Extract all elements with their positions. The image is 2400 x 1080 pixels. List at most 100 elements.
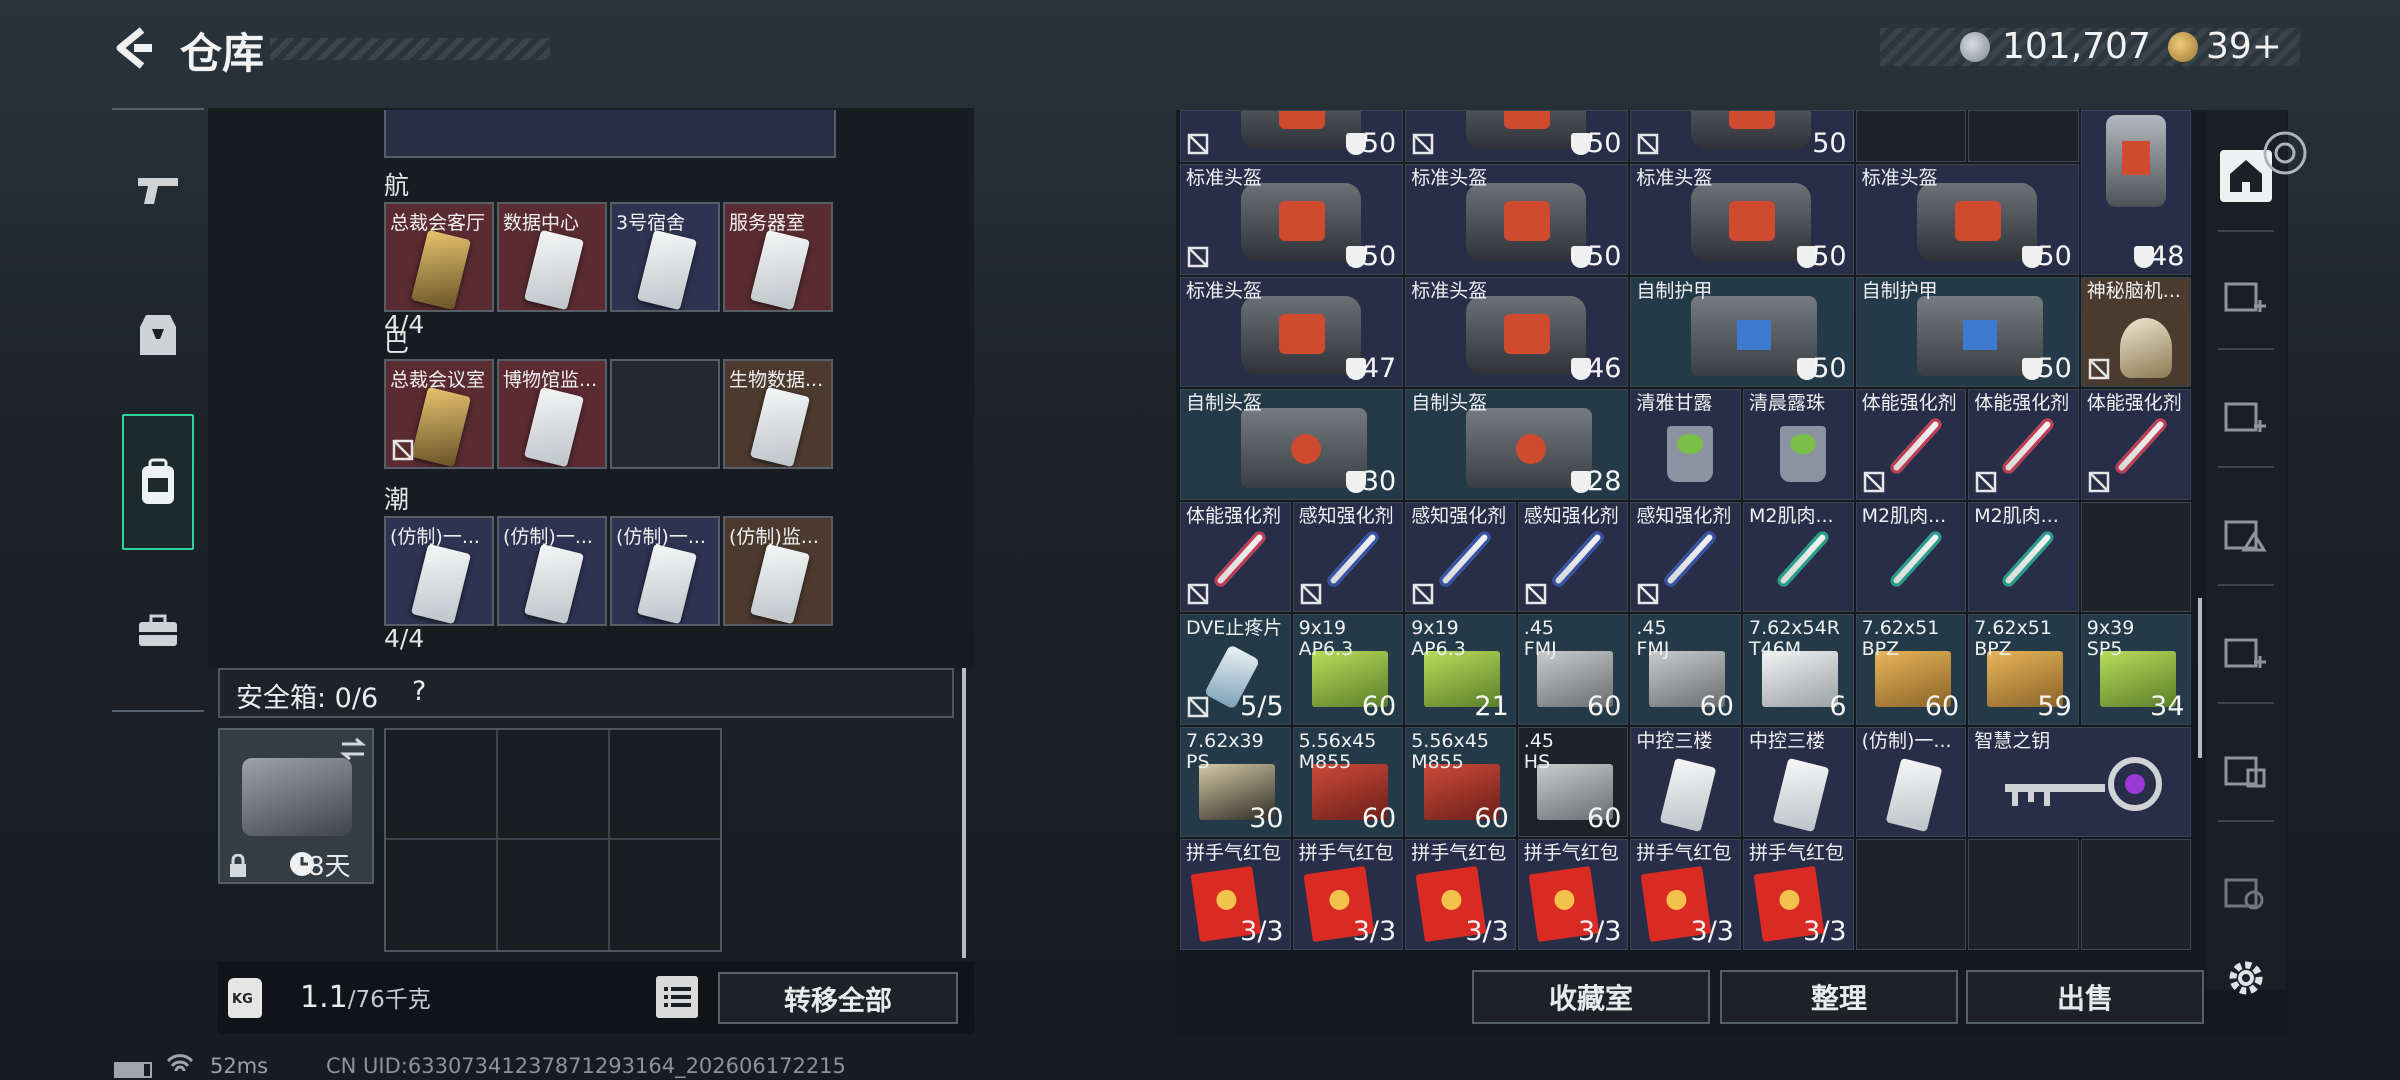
stash-item[interactable]: 体能强化剂 (1180, 501, 1291, 612)
stash-item[interactable]: 自制头盔 30 (1180, 389, 1404, 500)
stash-item[interactable]: 中控三楼 (1630, 726, 1741, 837)
stash-item[interactable]: 7.62x54R T46M 6 (1743, 614, 1854, 725)
stash-item[interactable]: 拼手气红包 3/3 (1292, 839, 1404, 950)
stash-page-3[interactable] (2220, 508, 2272, 560)
stash-item[interactable]: 标准头盔 50 (1180, 164, 1404, 275)
stash-page-5[interactable] (2220, 744, 2272, 796)
keycard-image (523, 543, 585, 624)
stash-item[interactable]: 感知强化剂 (1405, 501, 1516, 612)
empty-stash-slot[interactable] (1855, 839, 1967, 950)
stash-item[interactable]: 标准头盔 50 (1405, 164, 1629, 275)
stash-item[interactable]: (仿制)一... (1855, 726, 1967, 837)
empty-key-slot[interactable] (610, 359, 720, 469)
empty-stash-slot[interactable] (1968, 110, 2079, 162)
list-view-button[interactable] (656, 976, 698, 1018)
stash-item[interactable]: 50 (1180, 110, 1404, 162)
stash-item[interactable]: DVE止疼片 5/5 (1180, 614, 1291, 725)
keycard-slot[interactable]: (仿制)监... (723, 516, 833, 626)
gold-currency-amount[interactable]: 39+ (2206, 26, 2282, 67)
item-count: 60 (1587, 690, 1622, 722)
stash-item[interactable]: 拼手气红包 3/3 (1180, 839, 1291, 950)
stash-item[interactable]: 拼手气红包 3/3 (1630, 839, 1741, 950)
keycard-slot[interactable]: 3号宿舍 (610, 202, 720, 312)
settings-button[interactable] (2220, 952, 2272, 1004)
item-count: 50 (1812, 353, 1847, 384)
keycard-slot[interactable]: (仿制)一... (610, 516, 720, 626)
nav-weapons[interactable] (122, 146, 194, 232)
stash-item[interactable]: 拼手气红包 3/3 (1517, 839, 1629, 950)
stash-item[interactable]: 标准头盔 50 (1630, 164, 1854, 275)
stash-item[interactable]: 体能强化剂 (2080, 389, 2192, 500)
safebox-help-button[interactable]: ? (412, 676, 426, 707)
stash-item[interactable]: 自制护甲 50 (1855, 276, 2079, 387)
stash-item[interactable]: 9x19 AP6.3 21 (1405, 614, 1516, 725)
collection-room-button[interactable]: 收藏室 (1472, 970, 1710, 1024)
keycard-slot[interactable]: 数据中心 (497, 202, 607, 312)
stash-item[interactable]: 50 (1630, 110, 1854, 162)
nav-backpack[interactable] (122, 414, 194, 550)
left-scrollbar[interactable] (962, 668, 966, 958)
keycard-slot[interactable]: 总裁会议室 (384, 359, 494, 469)
stash-item[interactable]: M2肌肉... (1968, 501, 2079, 612)
item-name: 中控三楼 (1636, 729, 1713, 752)
stash-item[interactable]: 感知强化剂 (1292, 501, 1404, 612)
stash-item[interactable]: M2肌肉... (1855, 501, 1967, 612)
keycard-image (749, 386, 811, 467)
sell-button[interactable]: 出售 (1966, 970, 2204, 1024)
stash-item[interactable]: 清雅甘露 (1630, 389, 1741, 500)
nav-armor[interactable] (122, 292, 194, 378)
stash-item[interactable]: .45 HS 60 (1517, 726, 1629, 837)
keycard-slot[interactable]: (仿制)一... (497, 516, 607, 626)
keycard-slot[interactable]: 服务器室 (723, 202, 833, 312)
stash-item[interactable]: 智慧之钥 (1968, 726, 2192, 837)
keycard-slot[interactable]: (仿制)一... (384, 516, 494, 626)
item-image (1995, 748, 2175, 818)
stash-item[interactable]: 自制头盔 28 (1405, 389, 1629, 500)
stash-item[interactable]: 5.56x45 M855 60 (1405, 726, 1516, 837)
stash-item[interactable]: M2肌肉... (1743, 501, 1854, 612)
stash-item[interactable]: 拼手气红包 3/3 (1743, 839, 1854, 950)
stash-item[interactable]: .45 FMJ 60 (1630, 614, 1741, 725)
empty-stash-slot[interactable] (2080, 501, 2192, 612)
back-button[interactable] (112, 26, 156, 70)
stash-item[interactable]: 标准头盔 47 (1180, 276, 1404, 387)
empty-stash-slot[interactable] (1968, 839, 2079, 950)
stash-item[interactable]: 体能强化剂 (1968, 389, 2079, 500)
stash-item[interactable]: 标准头盔 50 (1855, 164, 2079, 275)
stash-item[interactable]: 7.62x51 BPZ 60 (1855, 614, 1967, 725)
add-stash-page-4[interactable] (2220, 626, 2272, 678)
add-stash-page-1[interactable] (2220, 270, 2272, 322)
stash-item[interactable]: 9x39 SP5 34 (2080, 614, 2192, 725)
stash-item[interactable]: 自制护甲 50 (1630, 276, 1854, 387)
stash-item[interactable]: 5.56x45 M855 60 (1292, 726, 1404, 837)
stash-item[interactable]: 标准头盔 46 (1405, 276, 1629, 387)
keycard-slot[interactable]: 博物馆监... (497, 359, 607, 469)
stash-item[interactable]: 7.62x39 PS 30 (1180, 726, 1291, 837)
stash-item[interactable]: 清晨露珠 (1743, 389, 1854, 500)
transfer-all-button[interactable]: 转移全部 (718, 972, 958, 1024)
nav-case[interactable] (122, 588, 194, 674)
stash-item[interactable]: 神秘脑机... (2080, 276, 2192, 387)
organize-button[interactable]: 整理 (1720, 970, 1958, 1024)
stash-item[interactable]: 拼手气红包 3/3 (1405, 839, 1516, 950)
stash-item[interactable]: .45 FMJ 60 (1517, 614, 1629, 725)
stash-item[interactable]: 48 (2080, 110, 2192, 275)
stash-item[interactable]: 感知强化剂 (1517, 501, 1629, 612)
stash-item[interactable]: 7.62x51 BPZ 59 (1968, 614, 2079, 725)
keycard-slot[interactable]: 总裁会客厅 (384, 202, 494, 312)
stash-item[interactable]: 中控三楼 (1743, 726, 1854, 837)
stash-page-6[interactable] (2220, 866, 2272, 918)
stash-item[interactable]: 感知强化剂 (1630, 501, 1741, 612)
safebox-grid[interactable] (384, 728, 722, 952)
safebox-item[interactable] (218, 728, 374, 884)
empty-stash-slot[interactable] (1855, 110, 1967, 162)
stash-item[interactable]: 50 (1405, 110, 1629, 162)
stash-item[interactable]: 体能强化剂 (1855, 389, 1967, 500)
swap-icon[interactable] (338, 736, 368, 762)
stash-item[interactable]: 9x19 AP6.3 60 (1292, 614, 1404, 725)
keycard-slot[interactable]: 生物数据... (723, 359, 833, 469)
add-stash-page-2[interactable] (2220, 390, 2272, 442)
item-name: 拼手气红包 (1636, 842, 1732, 864)
empty-stash-slot[interactable] (2080, 839, 2192, 950)
stash-scrollbar[interactable] (2198, 598, 2202, 758)
